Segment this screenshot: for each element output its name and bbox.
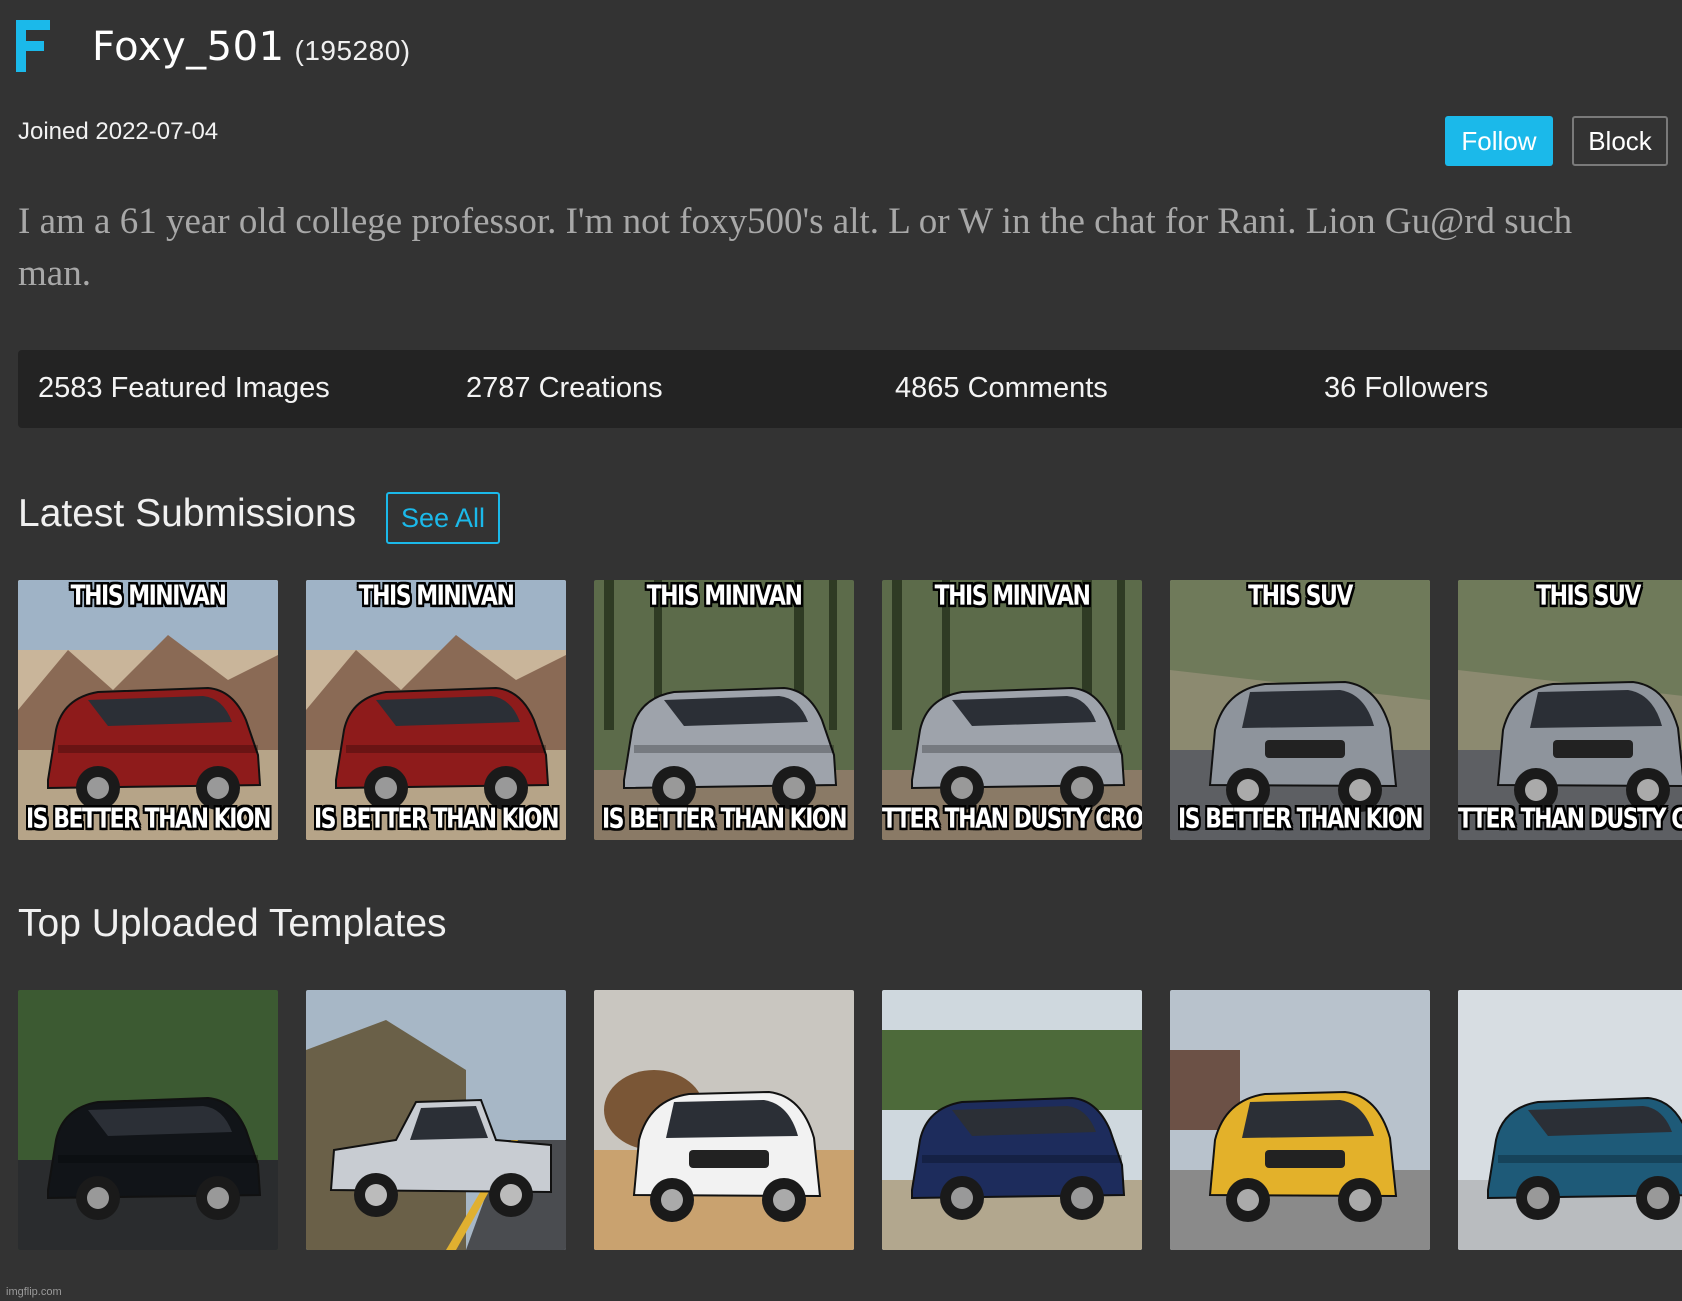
joined-date: Joined 2022-07-04: [18, 118, 219, 145]
imgflip-watermark: imgflip.com: [6, 1286, 62, 1298]
meme-top-text: THIS SUV: [1536, 580, 1641, 613]
submission-image: [882, 580, 1142, 840]
template-thumbnail[interactable]: [594, 990, 854, 1250]
stat-comments[interactable]: 4865 Comments: [895, 372, 1108, 405]
submission-image: [594, 580, 854, 840]
imgflip-logo-icon[interactable]: [16, 20, 52, 72]
bio-line-2: man.: [18, 253, 91, 294]
template-thumbnail[interactable]: [1458, 990, 1682, 1250]
submission-thumbnail[interactable]: THIS MINIVAN TTER THAN DUSTY CROPHO: [882, 580, 1142, 840]
template-thumbnail[interactable]: [306, 990, 566, 1250]
submission-image: [1458, 580, 1682, 840]
block-button[interactable]: Block: [1572, 116, 1668, 166]
user-bio: I am a 61 year old college professor. I'…: [18, 196, 1682, 300]
stat-creations[interactable]: 2787 Creations: [466, 372, 663, 405]
template-image: [594, 990, 854, 1250]
meme-bottom-text: IS BETTER THAN KION: [314, 803, 560, 836]
template-image: [1170, 990, 1430, 1250]
meme-bottom-text: IS BETTER THAN KION: [26, 803, 272, 836]
meme-top-text: THIS SUV: [1248, 580, 1353, 613]
meme-bottom-text: IS BETTER THAN KION: [602, 803, 848, 836]
meme-top-text: THIS MINIVAN: [358, 580, 515, 613]
submission-image: [1170, 580, 1430, 840]
username-heading: Foxy_501 (195280): [92, 24, 411, 70]
submission-thumbnail[interactable]: THIS SUV TTER THAN DUSTY CRO: [1458, 580, 1682, 840]
template-thumbnail[interactable]: [882, 990, 1142, 1250]
stat-followers[interactable]: 36 Followers: [1324, 372, 1488, 405]
latest-submissions-title: Latest Submissions: [18, 492, 357, 535]
template-image: [306, 990, 566, 1250]
submission-image: [18, 580, 278, 840]
stats-bar: 2583 Featured Images 2787 Creations 4865…: [18, 350, 1682, 428]
username: Foxy_501: [92, 24, 285, 70]
meme-bottom-text: TTER THAN DUSTY CRO: [1458, 803, 1682, 836]
template-image: [1458, 990, 1682, 1250]
user-points: (195280): [294, 35, 411, 66]
top-templates-title: Top Uploaded Templates: [18, 902, 447, 945]
follow-button[interactable]: Follow: [1445, 116, 1553, 166]
template-thumbnail[interactable]: [18, 990, 278, 1250]
submission-thumbnail[interactable]: THIS MINIVAN IS BETTER THAN KION: [594, 580, 854, 840]
stat-featured-images[interactable]: 2583 Featured Images: [38, 372, 330, 405]
see-all-button[interactable]: See All: [386, 492, 500, 544]
template-image: [882, 990, 1142, 1250]
submission-thumbnail[interactable]: THIS MINIVAN IS BETTER THAN KION: [18, 580, 278, 840]
meme-top-text: THIS MINIVAN: [934, 580, 1091, 613]
meme-top-text: THIS MINIVAN: [646, 580, 803, 613]
submission-thumbnail[interactable]: THIS MINIVAN IS BETTER THAN KION: [306, 580, 566, 840]
bio-line-1: I am a 61 year old college professor. I'…: [18, 201, 1573, 242]
template-image: [18, 990, 278, 1250]
submission-thumbnail[interactable]: THIS SUV IS BETTER THAN KION: [1170, 580, 1430, 840]
meme-bottom-text: TTER THAN DUSTY CROPHO: [882, 803, 1142, 836]
meme-top-text: THIS MINIVAN: [70, 580, 227, 613]
meme-bottom-text: IS BETTER THAN KION: [1178, 803, 1424, 836]
submission-image: [306, 580, 566, 840]
template-thumbnail[interactable]: [1170, 990, 1430, 1250]
